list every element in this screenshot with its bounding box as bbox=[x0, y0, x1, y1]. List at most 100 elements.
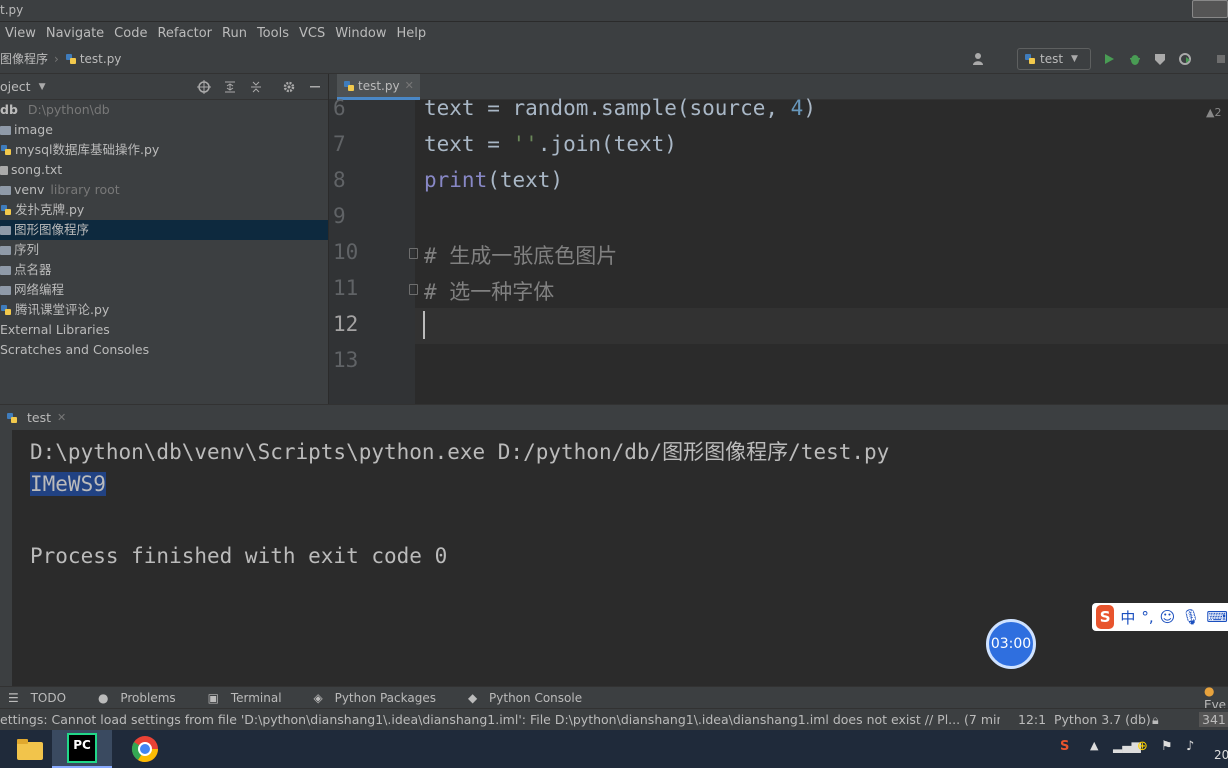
line-number: 8 bbox=[333, 168, 346, 192]
tree-item-poker[interactable]: 发扑克牌.py bbox=[0, 200, 328, 220]
tree-item-external-libraries[interactable]: External Libraries bbox=[0, 320, 328, 340]
keyboard-icon[interactable]: ⌨ bbox=[1206, 608, 1228, 626]
code-text: (text) bbox=[487, 168, 564, 192]
run-configuration-select[interactable]: test ▼ bbox=[1017, 48, 1091, 70]
breadcrumb-folder[interactable]: 图像程序 bbox=[0, 50, 48, 67]
folder-icon bbox=[0, 186, 11, 195]
chevron-down-icon[interactable]: ▼ bbox=[39, 82, 46, 92]
tree-item-mysql[interactable]: mysql数据库基础操作.py bbox=[0, 140, 328, 160]
folder-icon bbox=[0, 266, 11, 275]
menu-vcs[interactable]: VCS bbox=[294, 26, 330, 41]
timer-badge[interactable]: 03:00 bbox=[986, 619, 1036, 669]
locate-icon[interactable] bbox=[197, 80, 211, 94]
menu-run[interactable]: Run bbox=[217, 26, 252, 41]
close-icon[interactable]: ✕ bbox=[405, 79, 414, 92]
chevron-up-icon[interactable]: ▲ bbox=[1090, 739, 1098, 752]
ime-mode[interactable]: 中 bbox=[1120, 607, 1135, 628]
python-console-tab[interactable]: ◆ Python Console bbox=[468, 691, 594, 705]
menu-help[interactable]: Help bbox=[391, 26, 431, 41]
tree-item-scratches[interactable]: Scratches and Consoles bbox=[0, 340, 328, 360]
warning-indicator[interactable]: ▲2 bbox=[1206, 106, 1221, 119]
microphone-icon[interactable]: 🎙 bbox=[1181, 608, 1200, 626]
debug-icon[interactable] bbox=[1128, 52, 1142, 66]
editor-tab-label: test.py bbox=[358, 78, 400, 93]
project-root[interactable]: db D:\python\db bbox=[0, 100, 328, 120]
terminal-tab[interactable]: ▣ Terminal bbox=[208, 691, 294, 705]
clock[interactable]: 20 bbox=[1214, 748, 1228, 762]
close-icon[interactable]: ✕ bbox=[57, 411, 66, 424]
project-panel-title[interactable]: oject bbox=[0, 79, 31, 94]
python-icon bbox=[7, 412, 17, 423]
file-explorer-button[interactable] bbox=[0, 730, 60, 768]
code-builtin: print bbox=[424, 168, 488, 192]
project-tree: db D:\python\db image mysql数据库基础操作.py so… bbox=[0, 100, 328, 404]
menu-refactor[interactable]: Refactor bbox=[152, 26, 217, 41]
code-string: '' bbox=[512, 132, 538, 156]
tree-item-sequence[interactable]: 序列 bbox=[0, 240, 328, 260]
memory-indicator[interactable]: 341 bbox=[1199, 712, 1228, 727]
run-tab-label[interactable]: test bbox=[27, 410, 51, 425]
tree-item-rollcall[interactable]: 点名器 bbox=[0, 260, 328, 280]
tree-item-label: song.txt bbox=[11, 162, 63, 177]
run-icon[interactable] bbox=[1102, 52, 1116, 66]
expand-all-icon[interactable] bbox=[223, 80, 237, 94]
tree-item-label: 图形图像程序 bbox=[14, 222, 90, 237]
warning-count: 2 bbox=[1214, 106, 1222, 119]
emoji-icon[interactable]: ☺ bbox=[1160, 608, 1176, 626]
caret-position[interactable]: 12:1 bbox=[1018, 712, 1046, 727]
todo-tab-label: TODO bbox=[30, 690, 67, 705]
coverage-icon[interactable] bbox=[1153, 52, 1167, 66]
tree-item-song[interactable]: song.txt bbox=[0, 160, 328, 180]
problems-tab[interactable]: ● Problems bbox=[98, 691, 188, 705]
punctuation-icon[interactable]: °, bbox=[1141, 608, 1153, 626]
interpreter-selector[interactable]: Python 3.7 (db) bbox=[1054, 712, 1151, 727]
breadcrumb-file[interactable]: test.py bbox=[80, 52, 122, 66]
menu-tools[interactable]: Tools bbox=[252, 26, 294, 41]
user-icon[interactable] bbox=[972, 52, 986, 66]
collapse-all-icon[interactable] bbox=[249, 80, 263, 94]
console-exit-message: Process finished with exit code 0 bbox=[30, 544, 448, 568]
tree-item-label: mysql数据库基础操作.py bbox=[15, 142, 160, 157]
sogou-tray-icon[interactable]: S bbox=[1060, 739, 1069, 754]
code-text: ) bbox=[803, 96, 816, 120]
menu-code[interactable]: Code bbox=[109, 26, 152, 41]
code-line-8: print(text) bbox=[424, 168, 563, 192]
flag-icon[interactable]: ⚑ bbox=[1161, 739, 1173, 754]
tree-item-tencent[interactable]: 腾讯课堂评论.py bbox=[0, 300, 328, 320]
pycharm-icon: PC bbox=[67, 733, 97, 763]
terminal-tab-label: Terminal bbox=[230, 690, 282, 705]
security-icon[interactable]: ⊕ bbox=[1137, 739, 1148, 754]
window-control-button[interactable] bbox=[1192, 0, 1228, 18]
python-packages-tab[interactable]: ◈ Python Packages bbox=[314, 691, 448, 705]
python-file-icon bbox=[65, 53, 76, 64]
code-line-10: # 生成一张底色图片 bbox=[424, 244, 618, 268]
tree-item-venv[interactable]: venv library root bbox=[0, 180, 328, 200]
minimize-icon[interactable] bbox=[308, 80, 322, 94]
window-title: t.py bbox=[0, 3, 24, 17]
tree-item-label: 发扑克牌.py bbox=[15, 202, 85, 217]
todo-tab[interactable]: ☰ TODO bbox=[8, 691, 78, 705]
tree-item-network[interactable]: 网络编程 bbox=[0, 280, 328, 300]
browser-taskbar-button[interactable] bbox=[115, 730, 175, 768]
navigation-bar: 图像程序 › test.py test ▼ bbox=[0, 44, 1228, 74]
speaker-icon[interactable]: ♪ bbox=[1186, 739, 1194, 754]
text-caret bbox=[423, 311, 425, 339]
code-text: text = bbox=[424, 132, 513, 156]
tree-item-graphics[interactable]: 图形图像程序 bbox=[0, 220, 328, 240]
fold-marker-icon[interactable] bbox=[409, 284, 418, 295]
tree-item-image[interactable]: image bbox=[0, 120, 328, 140]
menu-window[interactable]: Window bbox=[330, 26, 391, 41]
fold-marker-icon[interactable] bbox=[409, 248, 418, 259]
python-icon bbox=[1025, 54, 1035, 64]
stop-icon[interactable] bbox=[1214, 52, 1228, 66]
ime-toolbar[interactable]: S 中 °, ☺ 🎙 ⌨ bbox=[1092, 603, 1228, 631]
menu-navigate[interactable]: Navigate bbox=[41, 26, 109, 41]
status-message[interactable]: ettings: Cannot load settings from file … bbox=[0, 712, 1000, 727]
menu-view[interactable]: View bbox=[0, 26, 41, 41]
gear-icon[interactable] bbox=[282, 80, 296, 94]
pycharm-taskbar-button[interactable]: PC bbox=[52, 730, 112, 768]
folder-icon bbox=[0, 226, 11, 235]
lock-icon[interactable]: 🔒︎ bbox=[1152, 712, 1159, 728]
profile-icon[interactable] bbox=[1178, 52, 1192, 66]
title-bar: t.py bbox=[0, 0, 1228, 22]
